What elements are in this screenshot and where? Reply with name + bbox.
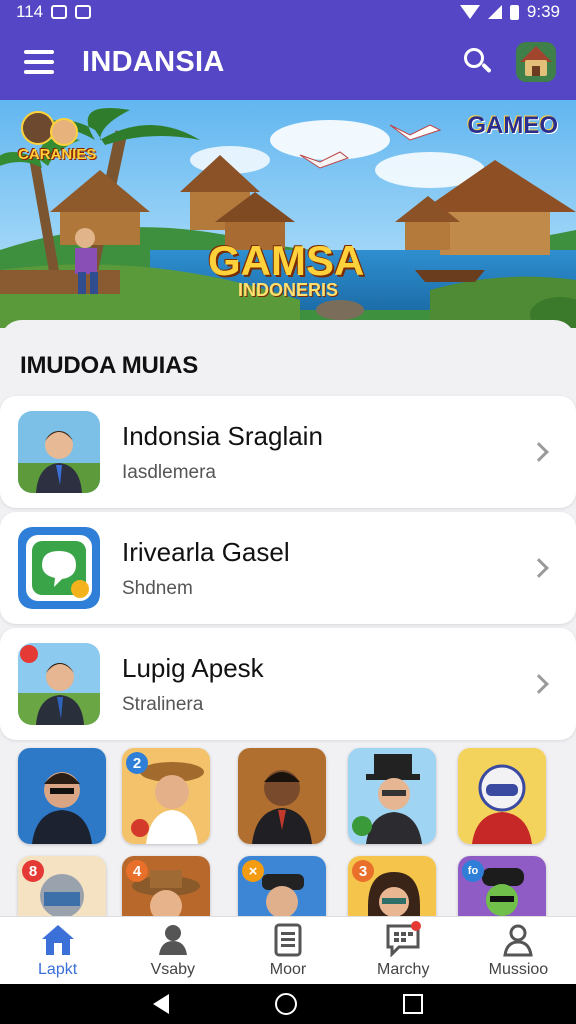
menu-icon[interactable] bbox=[24, 50, 54, 74]
signal-icon bbox=[487, 5, 502, 19]
list-item-subtitle: Shdnem bbox=[122, 577, 193, 599]
list-item-text: Indonsia Sraglain Iasdlemera bbox=[122, 421, 323, 484]
chevron-right-icon bbox=[529, 674, 549, 694]
app-bar: INDANSIA bbox=[0, 24, 576, 100]
home-button-icon[interactable] bbox=[275, 993, 297, 1015]
tile-badge: 2 bbox=[126, 752, 148, 774]
man-suit-avatar-icon[interactable] bbox=[238, 748, 326, 844]
status-time: 9:39 bbox=[526, 2, 560, 21]
banner-logo-left: CARANIES bbox=[18, 146, 97, 163]
user-outline-icon bbox=[500, 923, 536, 957]
system-navigation bbox=[0, 984, 576, 1024]
robot-helmet-avatar-icon[interactable] bbox=[458, 748, 546, 844]
notification-dot bbox=[411, 920, 422, 931]
list-item-title: Irivearla Gasel bbox=[122, 536, 290, 567]
tile-badge: 3 bbox=[352, 860, 374, 882]
nav-item-lapkt[interactable]: Lapkt bbox=[0, 917, 115, 984]
banner-title: GAMSA bbox=[208, 237, 365, 284]
nav-item-moor[interactable]: Moor bbox=[230, 917, 345, 984]
message-icon bbox=[75, 5, 92, 19]
person-icon bbox=[155, 923, 191, 957]
chat-grid-icon bbox=[385, 920, 422, 958]
search-icon[interactable] bbox=[460, 44, 496, 80]
nav-label: Lapkt bbox=[38, 960, 78, 978]
man-avatar-badge-icon bbox=[18, 643, 100, 725]
man-avatar-icon bbox=[18, 411, 100, 493]
status-bar: 114 9:39 bbox=[0, 0, 576, 24]
status-left: 114 bbox=[16, 2, 92, 22]
app-screen: 114 9:39 INDANSIA CARANIES GAMEO GAMSA I… bbox=[0, 0, 576, 1024]
section-title: IMUDOA MUIAS bbox=[20, 352, 199, 379]
banner-logo-right: GAMEO bbox=[467, 112, 558, 139]
bottom-navigation: Lapkt Vsaby Moor Marchy Mussioo bbox=[0, 916, 576, 984]
nav-item-vsaby[interactable]: Vsaby bbox=[115, 917, 230, 984]
nav-item-marchy[interactable]: Marchy bbox=[346, 917, 461, 984]
recent-apps-icon[interactable] bbox=[403, 994, 423, 1014]
hut-avatar-icon[interactable] bbox=[516, 42, 556, 82]
nav-label: Marchy bbox=[376, 960, 430, 978]
list-item-title: Lupig Apesk bbox=[122, 652, 264, 683]
wifi-icon bbox=[459, 5, 480, 19]
hat-man-avatar-icon[interactable] bbox=[348, 748, 436, 844]
home-icon bbox=[40, 923, 76, 957]
tile-badge: 4 bbox=[126, 860, 148, 882]
nav-label: Mussioo bbox=[488, 960, 549, 978]
nav-label: Vsaby bbox=[150, 960, 196, 978]
list-item-subtitle: Iasdlemera bbox=[122, 461, 216, 483]
list-item-title: Indonsia Sraglain bbox=[122, 420, 323, 451]
back-icon[interactable] bbox=[153, 994, 169, 1014]
chat-app-icon bbox=[18, 527, 100, 609]
battery-icon bbox=[509, 4, 519, 20]
list-item-text: Lupig Apesk Stralinera bbox=[122, 653, 264, 716]
status-time-left: 114 bbox=[16, 2, 44, 21]
nav-label: Moor bbox=[269, 960, 307, 978]
content-panel: IMUDOA MUIAS Indonsia Sraglain Iasdlemer… bbox=[0, 320, 576, 952]
list-item-subtitle: Stralinera bbox=[122, 693, 204, 715]
tile-badge: × bbox=[242, 860, 264, 882]
notification-icon bbox=[51, 5, 68, 19]
nav-item-mussioo[interactable]: Mussioo bbox=[461, 917, 576, 984]
chevron-right-icon bbox=[529, 442, 549, 462]
list-item[interactable]: Irivearla Gasel Shdnem bbox=[0, 512, 576, 624]
chevron-right-icon bbox=[529, 558, 549, 578]
man-glasses-avatar-icon[interactable] bbox=[18, 748, 106, 844]
app-title: INDANSIA bbox=[82, 45, 225, 78]
explorer-avatar-icon[interactable]: 2 bbox=[122, 748, 210, 844]
list-item-text: Irivearla Gasel Shdnem bbox=[122, 537, 290, 600]
tile-badge: 8 bbox=[22, 860, 44, 882]
list-item[interactable]: Indonsia Sraglain Iasdlemera bbox=[0, 396, 576, 508]
promo-banner[interactable]: CARANIES GAMEO GAMSA INDONERIS bbox=[0, 100, 576, 328]
banner-subtitle: INDONERIS bbox=[238, 280, 339, 300]
document-icon bbox=[270, 923, 306, 957]
tile-badge: fo bbox=[462, 860, 484, 882]
list-item[interactable]: Lupig Apesk Stralinera bbox=[0, 628, 576, 740]
status-right: 9:39 bbox=[459, 2, 560, 22]
